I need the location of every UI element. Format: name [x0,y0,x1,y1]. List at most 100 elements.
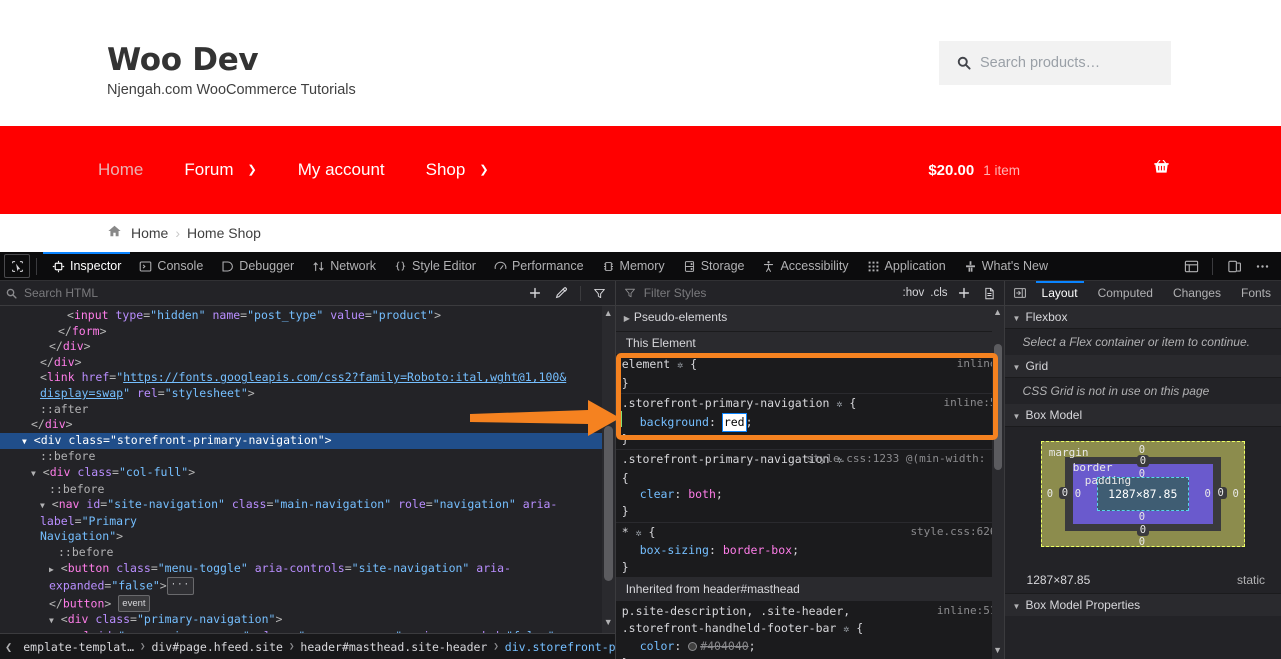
html-tree-node[interactable]: ::before [0,545,615,561]
eyedropper-icon[interactable] [550,283,572,303]
breadcrumb-node-1[interactable]: div#page.hfeed.site [145,640,289,654]
property-value-editor[interactable]: red [721,412,747,432]
shopping-basket-icon[interactable] [1152,158,1171,183]
tab-computed[interactable]: Computed [1088,281,1163,305]
rule-gear-icon[interactable]: ✲ [636,528,642,539]
hover-states-button[interactable]: :hov [903,287,925,299]
scroll-up-icon[interactable]: ▲ [602,308,615,322]
border-top-value[interactable]: 0 [1136,455,1150,467]
pseudo-elements-section[interactable]: ▶ Pseudo-elements [615,306,1004,332]
html-tree-node[interactable]: </div> [0,355,615,371]
site-title[interactable]: Woo Dev [107,42,259,78]
more-options-icon[interactable] [1249,254,1275,278]
border-right-value[interactable]: 0 [1214,487,1227,499]
breadcrumb-node-3[interactable]: div.storefront-primary-navigation [499,640,615,654]
html-tree[interactable]: <input type="hidden" name="post_type" va… [0,306,615,633]
border-left-value[interactable]: 0 [1058,487,1072,499]
nav-item-home[interactable]: Home [98,160,143,180]
element-picker-icon[interactable] [4,254,30,278]
search-html-input[interactable] [22,285,442,301]
tab-whats-new[interactable]: What's New [955,252,1057,280]
tab-style-editor[interactable]: Style Editor [385,252,485,280]
rule-gear-icon[interactable]: ✲ [843,624,849,635]
tab-changes[interactable]: Changes [1163,281,1231,305]
tab-network[interactable]: Network [303,252,385,280]
html-tree-node[interactable]: ::before [0,449,615,465]
css-rule-storefront-primary-navigation-inline[interactable]: .storefront-primary-navigation ✲ { inlin… [615,394,1004,451]
tab-application[interactable]: Application [858,252,955,280]
tab-accessibility[interactable]: Accessibility [753,252,857,280]
breadcrumb-node-2[interactable]: header#masthead.site-header [294,640,493,654]
html-tree-node[interactable]: ::after [0,402,615,418]
property-value[interactable]: #404040 [700,639,748,653]
tab-fonts[interactable]: Fonts [1231,281,1281,305]
cart-contents[interactable]: $20.00 1 item [928,126,1281,214]
html-tree-node[interactable]: display=swap" rel="stylesheet"> [0,386,615,402]
padding-right-value[interactable]: 0 [1204,488,1210,500]
scroll-up-icon[interactable]: ▲ [992,307,1004,320]
html-tree-node[interactable]: <input type="hidden" name="post_type" va… [0,308,615,324]
breadcrumb-scroll-left-icon[interactable]: ❮ [0,640,17,654]
content-size-label[interactable]: 1287×87.85 [1108,487,1177,501]
html-tree-node[interactable]: ▼ <div class="primary-navigation"> [0,612,615,629]
html-tree-node[interactable]: ▶ <button class="menu-toggle" aria-contr… [0,561,615,595]
tab-memory[interactable]: Memory [593,252,674,280]
property-name[interactable]: box-sizing [640,543,709,557]
margin-right-value[interactable]: 0 [1232,488,1238,500]
grid-section-header[interactable]: ▼ Grid [1004,355,1281,378]
style-sheet-icon[interactable] [980,283,1000,303]
filter-icon[interactable] [589,283,611,303]
class-toggle-button[interactable]: .cls [930,287,947,299]
nav-item-my-account[interactable]: My account [298,160,385,180]
rules-scrollbar[interactable]: ▲ ▼ [991,306,1004,659]
filter-styles-input[interactable] [641,285,792,301]
rule-gear-icon[interactable]: ✲ [677,360,683,371]
html-tree-node[interactable]: ▼ <nav id="site-navigation" class="main-… [0,497,615,529]
html-tree-node-selected[interactable]: ▼ <div class="storefront-primary-navigat… [0,432,615,450]
box-model-diagram[interactable]: 1287×87.85 margin border padding 0 0 0 0 [1040,441,1245,548]
scroll-down-icon[interactable]: ▼ [992,645,1004,658]
css-rule-element-inline[interactable]: element ✲ { inline } [615,355,1004,395]
markup-scrollbar[interactable]: ▲ ▼ [601,306,615,633]
html-tree-node[interactable]: Navigation"> [0,529,615,545]
product-search-box[interactable] [939,41,1171,85]
add-rule-icon[interactable] [954,283,974,303]
dock-position-icon[interactable] [1221,254,1247,278]
html-tree-node[interactable]: ::before [0,482,615,498]
property-value[interactable]: border-box [723,543,792,557]
rule-gear-icon[interactable]: ✲ [836,399,842,410]
tab-inspector[interactable]: Inspector [43,252,131,280]
nav-item-forum[interactable]: Forum ❯ [184,160,256,180]
rule-source[interactable]: style.css:1233 @(min-width: 768px) [807,451,997,468]
html-tree-node[interactable]: </button> event [0,594,615,613]
rule-source[interactable]: inline:5 [944,395,997,412]
split-console-icon[interactable] [1178,254,1204,278]
tab-storage[interactable]: Storage [674,252,754,280]
border-bottom-value[interactable]: 0 [1136,524,1150,536]
margin-bottom-value[interactable]: 0 [1139,536,1145,548]
breadcrumb-node-0[interactable]: emplate-templat… [17,640,140,654]
css-rule-site-description-inherited[interactable]: p.site-description, .site-header, .store… [615,601,1004,659]
html-tree-node[interactable]: ▼ <div class="col-full"> [0,465,615,482]
html-tree-node[interactable]: </div> [0,417,615,433]
html-tree-node[interactable]: </form> [0,324,615,340]
search-input[interactable] [978,54,1158,72]
padding-left-value[interactable]: 0 [1075,488,1081,500]
rule-source[interactable]: inline:51 [937,603,997,620]
html-tree-node[interactable]: </div> [0,339,615,355]
css-rule-universal[interactable]: * ✲ { style.css:626 box-sizing: border-b… [615,522,1004,579]
rule-source[interactable]: style.css:626 [910,524,996,541]
scrollbar-thumb[interactable] [603,426,613,581]
box-model-properties-header[interactable]: ▼ Box Model Properties [1004,593,1281,616]
nav-item-shop[interactable]: Shop ❯ [426,160,489,180]
flexbox-section-header[interactable]: ▼ Flexbox [1004,306,1281,329]
add-node-icon[interactable] [524,283,546,303]
scroll-down-icon[interactable]: ▼ [602,617,615,631]
html-tree-node[interactable]: <link href="https://fonts.googleapis.com… [0,370,615,386]
color-swatch[interactable] [688,642,698,652]
css-rules-list[interactable]: ▶ Pseudo-elements This Element element ✲ … [615,306,1004,659]
scrollbar-thumb[interactable] [993,344,1002,470]
padding-top-value[interactable]: 0 [1139,468,1145,480]
tab-debugger[interactable]: Debugger [212,252,303,280]
box-model-section-header[interactable]: ▼ Box Model [1004,404,1281,427]
